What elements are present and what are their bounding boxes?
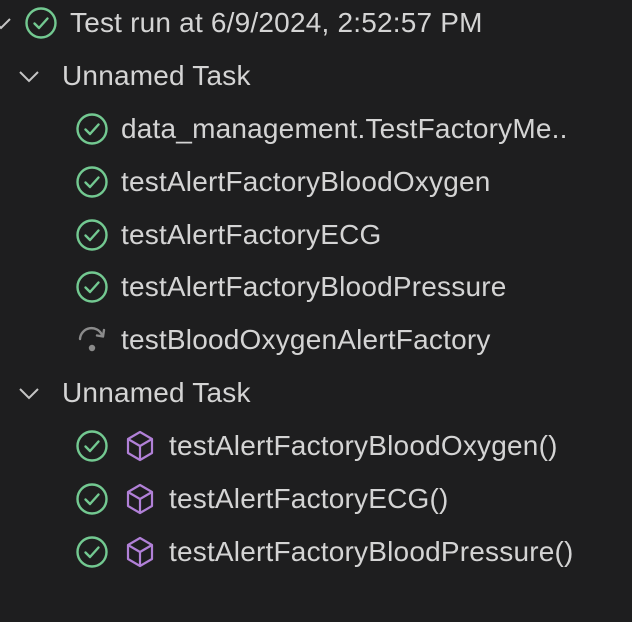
pass-circle-icon [76, 535, 108, 568]
test-item[interactable]: testAlertFactoryBloodPressure [0, 260, 507, 313]
test-item[interactable]: testAlertFactoryBloodOxygen() [0, 419, 558, 472]
chevron-down-icon[interactable] [16, 63, 42, 89]
method-cube-icon [126, 430, 154, 461]
pass-circle-icon [76, 270, 108, 303]
pass-circle-icon [76, 218, 108, 251]
task-label: Unnamed Task [62, 60, 251, 91]
pass-circle-icon [76, 482, 108, 515]
test-item-label: testAlertFactoryBloodPressure() [169, 536, 574, 567]
test-results-tree: Test run at 6/9/2024, 2:52:57 PM Unnamed… [0, 0, 632, 622]
test-item-label: testBloodOxygenAlertFactory [121, 324, 491, 355]
task-row[interactable]: Unnamed Task [0, 49, 251, 102]
pass-circle-icon [76, 165, 108, 198]
test-item[interactable]: testAlertFactoryECG() [0, 472, 449, 525]
test-run-row[interactable]: Test run at 6/9/2024, 2:52:57 PM [0, 0, 483, 49]
method-cube-icon [126, 483, 154, 514]
chevron-down-icon[interactable] [16, 380, 42, 406]
task-row[interactable]: Unnamed Task [0, 366, 251, 419]
pass-circle-icon [76, 112, 108, 145]
method-cube-icon [126, 536, 154, 567]
test-item-label: testAlertFactoryBloodOxygen() [169, 430, 558, 461]
test-item[interactable]: testAlertFactoryECG [0, 208, 382, 261]
test-item-label: testAlertFactoryBloodPressure [121, 271, 507, 302]
test-item-label: testAlertFactoryECG [121, 219, 382, 250]
test-item[interactable]: testAlertFactoryBloodPressure() [0, 525, 574, 578]
task-label: Unnamed Task [62, 377, 251, 408]
test-item-label: data_management.TestFactoryMe.. [121, 113, 568, 144]
test-item-label: testAlertFactoryBloodOxygen [121, 166, 491, 197]
skip-arrow-icon [78, 326, 106, 351]
pass-circle-icon [25, 6, 57, 39]
test-item[interactable]: data_management.TestFactoryMe.. [0, 102, 568, 155]
test-item[interactable]: testAlertFactoryBloodOxygen [0, 155, 491, 208]
pass-circle-icon [76, 429, 108, 462]
test-run-label: Test run at 6/9/2024, 2:52:57 PM [70, 7, 483, 38]
test-item[interactable]: testBloodOxygenAlertFactory [0, 313, 491, 366]
test-item-label: testAlertFactoryECG() [169, 483, 449, 514]
chevron-down-icon[interactable] [0, 10, 14, 36]
